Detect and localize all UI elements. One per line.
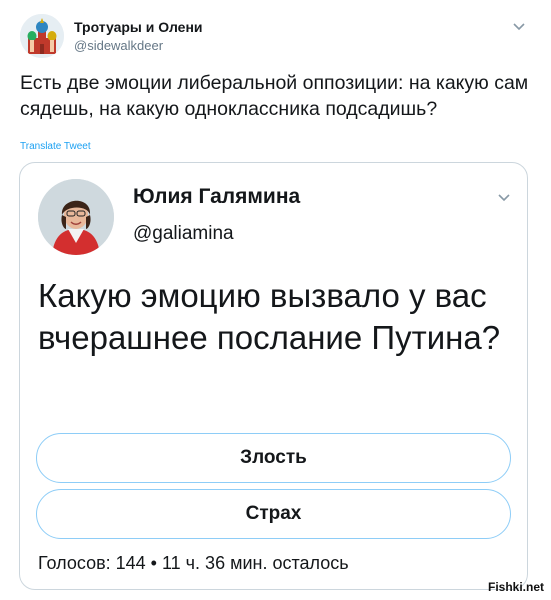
poll-status: Голосов: 144 • 11 ч. 36 мин. осталось bbox=[38, 553, 349, 573]
chevron-down-icon[interactable] bbox=[497, 193, 511, 203]
poll-question: Какую эмоцию вызвало у вас вчерашнее пос… bbox=[38, 277, 501, 356]
moscow-cathedral-icon bbox=[20, 14, 64, 58]
tweet-text: Есть две эмоции либеральной оппозиции: н… bbox=[20, 72, 529, 120]
poll-option-button[interactable]: Страх bbox=[36, 489, 511, 539]
profile-photo-icon bbox=[38, 179, 114, 255]
chevron-down-icon[interactable] bbox=[512, 22, 526, 32]
poll-option-button[interactable]: Злость bbox=[36, 433, 511, 483]
author-handle[interactable]: @galiamina bbox=[133, 223, 234, 245]
avatar[interactable] bbox=[38, 179, 114, 255]
quoted-tweet-card[interactable]: Юлия Галямина @galiamina Какую эмоцию вы… bbox=[19, 162, 528, 590]
watermark: Fishki.net bbox=[488, 580, 545, 594]
avatar[interactable] bbox=[20, 14, 64, 58]
author-name[interactable]: Тротуары и Олени bbox=[74, 19, 203, 35]
translate-tweet-link[interactable]: Translate Tweet bbox=[20, 141, 91, 152]
author-handle[interactable]: @sidewalkdeer bbox=[74, 38, 163, 53]
author-name[interactable]: Юлия Галямина bbox=[133, 185, 300, 209]
